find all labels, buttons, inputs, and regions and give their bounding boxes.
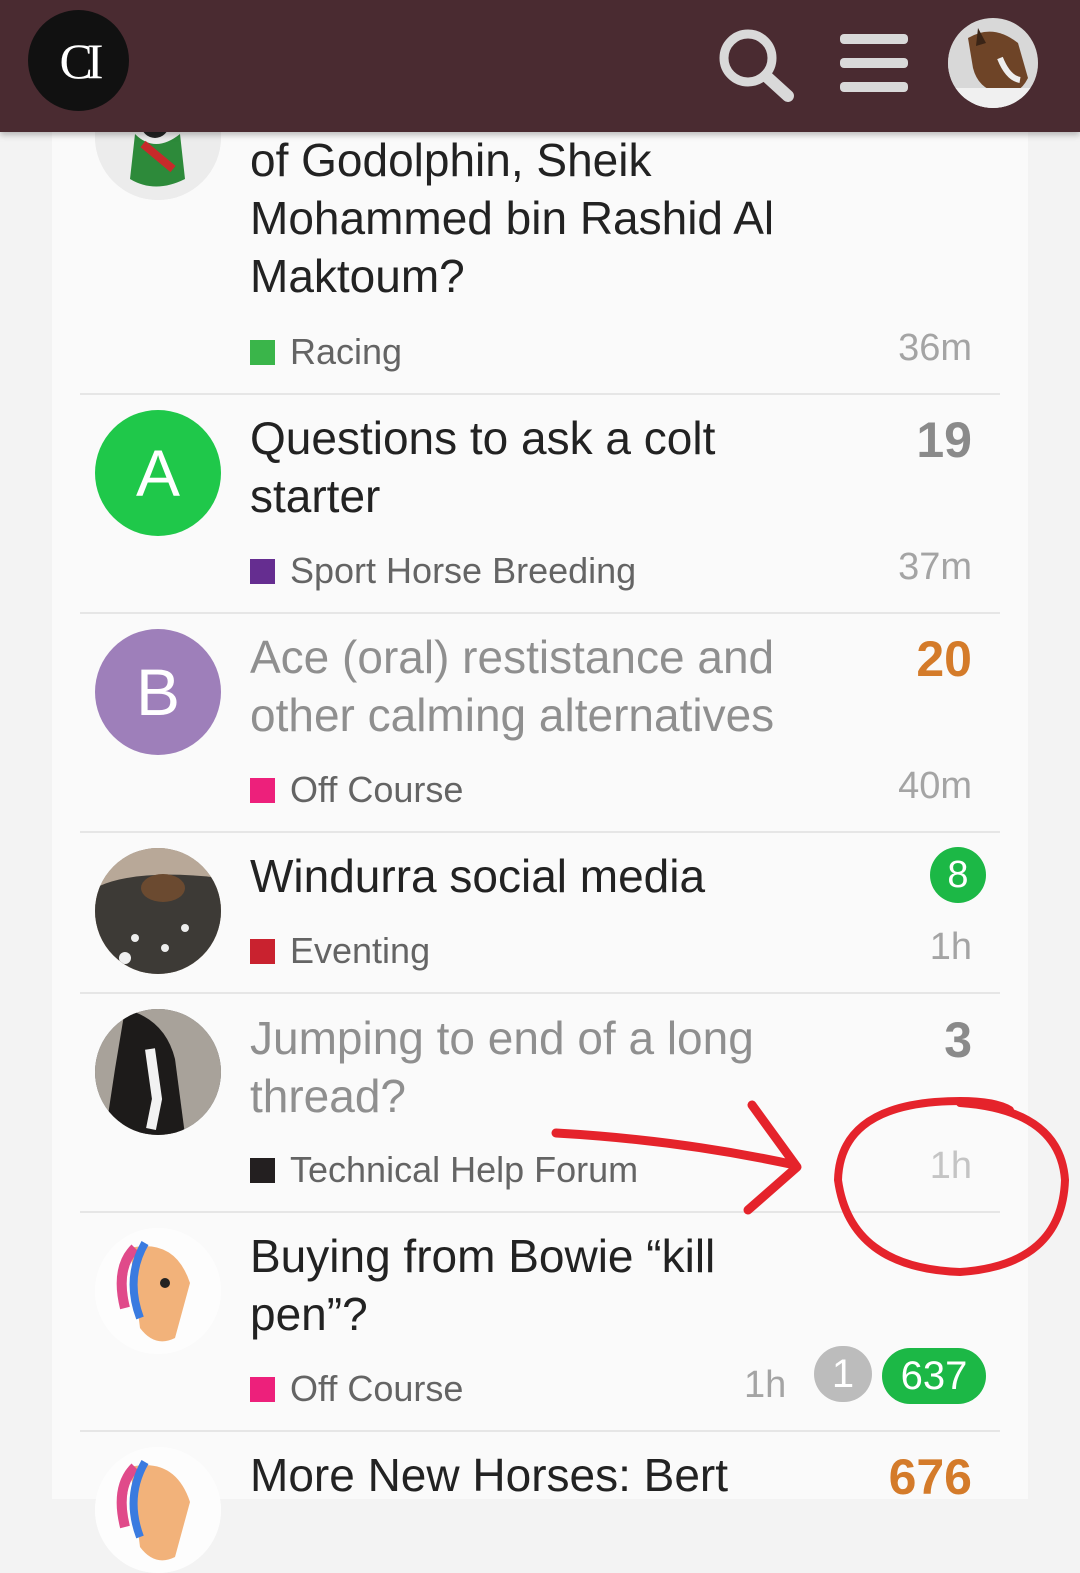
topic-category[interactable]: Racing	[250, 331, 402, 373]
topic-activity-time[interactable]: 1h	[930, 926, 972, 969]
topic-title[interactable]: Buying from Bowie “kill pen”?	[250, 1227, 830, 1343]
category-color-square	[250, 1157, 275, 1183]
reply-count[interactable]: 19	[916, 411, 972, 469]
topic-category[interactable]: Eventing	[250, 930, 430, 972]
hamburger-menu-icon[interactable]	[840, 34, 908, 92]
row-divider	[80, 393, 1000, 395]
topic-category[interactable]: Off Course	[250, 1368, 463, 1410]
reply-count[interactable]: 3	[944, 1011, 972, 1069]
dog-photo-avatar-icon	[95, 848, 221, 974]
topic-activity-time[interactable]: 37m	[898, 546, 972, 589]
user-avatar[interactable]	[948, 18, 1038, 108]
reply-count[interactable]: 20	[916, 630, 972, 688]
topic-avatar[interactable]: A	[95, 410, 221, 536]
category-color-square	[250, 558, 275, 584]
category-color-square	[250, 339, 275, 365]
row-divider	[80, 1430, 1000, 1432]
horse-photo-avatar-icon	[95, 1009, 221, 1135]
row-divider	[80, 992, 1000, 994]
horse-painting-avatar-icon	[95, 1228, 221, 1354]
topic-list: of Godolphin, Sheik Mohammed bin Rashid …	[52, 0, 1028, 1573]
topic-activity-time[interactable]: 36m	[898, 327, 972, 370]
category-color-square	[250, 938, 275, 964]
reply-count[interactable]: 676	[889, 1448, 972, 1506]
topic-avatar[interactable]	[95, 1009, 221, 1135]
unread-posts-badge[interactable]: 1	[814, 1346, 872, 1402]
topic-category[interactable]: Sport Horse Breeding	[250, 550, 636, 592]
topic-title[interactable]: Questions to ask a colt starter	[250, 409, 830, 525]
topic-category[interactable]: Off Course	[250, 769, 463, 811]
topic-activity-time[interactable]: 40m	[898, 765, 972, 808]
topic-category[interactable]: Technical Help Forum	[250, 1149, 638, 1191]
site-logo[interactable]: CI	[28, 10, 129, 111]
topic-title[interactable]: More New Horses: Bert	[250, 1446, 870, 1504]
topic-title[interactable]: of Godolphin, Sheik Mohammed bin Rashid …	[250, 131, 850, 305]
topic-activity-time[interactable]: 1h	[744, 1364, 786, 1407]
row-divider	[80, 612, 1000, 614]
horse-painting-avatar-icon	[95, 1447, 221, 1573]
topic-activity-time[interactable]: 1h	[930, 1145, 972, 1188]
category-color-square	[250, 1376, 275, 1402]
app-header: CI	[0, 0, 1080, 132]
search-icon[interactable]	[716, 26, 796, 102]
horse-avatar-icon	[948, 18, 1038, 108]
row-divider	[80, 831, 1000, 833]
category-color-square	[250, 777, 275, 803]
topic-title[interactable]: Ace (oral) restistance and other calming…	[250, 628, 830, 744]
topic-avatar[interactable]	[95, 1228, 221, 1354]
topic-avatar[interactable]	[95, 848, 221, 974]
topic-avatar[interactable]: B	[95, 629, 221, 755]
new-posts-badge[interactable]: 637	[882, 1348, 986, 1404]
row-divider	[80, 1211, 1000, 1213]
topic-title[interactable]: Windurra social media	[250, 847, 830, 905]
topic-avatar[interactable]	[95, 1447, 221, 1573]
topic-title[interactable]: Jumping to end of a long thread?	[250, 1009, 830, 1125]
new-posts-badge[interactable]: 8	[930, 847, 986, 903]
